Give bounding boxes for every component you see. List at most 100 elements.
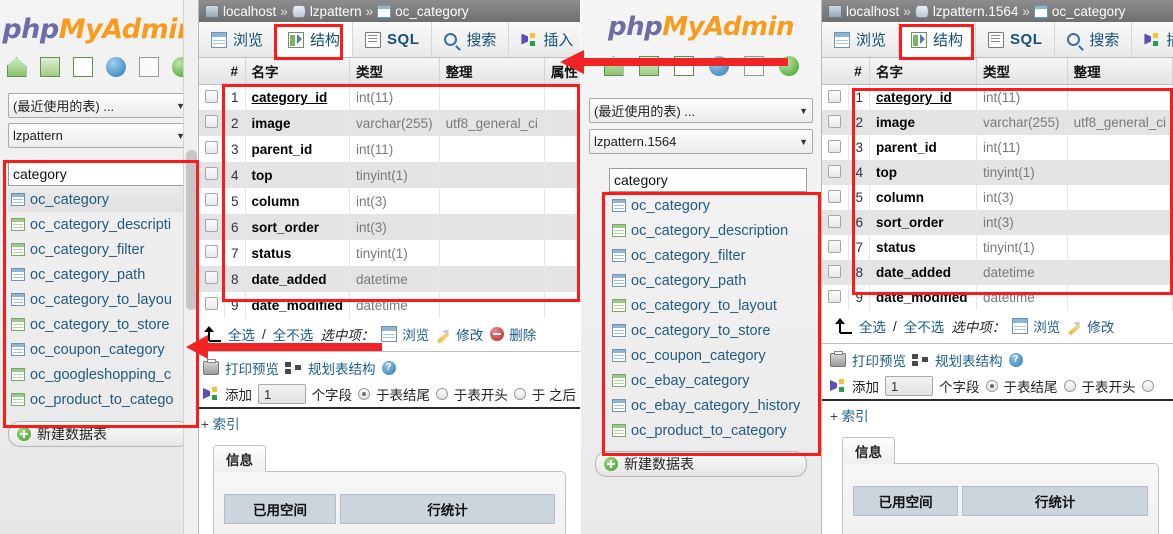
help-icon[interactable]: ? xyxy=(381,361,396,375)
add-count-input[interactable]: 1 xyxy=(885,376,933,396)
export-icon[interactable] xyxy=(72,57,93,77)
th-name[interactable]: 名字 xyxy=(869,58,978,85)
check-all-link[interactable]: 全选 xyxy=(228,324,255,344)
right-index-toggle[interactable]: + 索引 xyxy=(822,401,1173,429)
row-checkbox[interactable] xyxy=(199,214,225,240)
list-item[interactable]: oc_product_to_catego xyxy=(8,387,190,412)
list-item[interactable]: oc_category_to_layout xyxy=(609,293,807,318)
check-all-link[interactable]: 全选 xyxy=(859,316,886,336)
add-label[interactable]: 添加 xyxy=(852,376,879,396)
row-checkbox[interactable] xyxy=(199,292,225,318)
table-row[interactable]: 3 parent_id int(11) xyxy=(822,135,1173,160)
home-icon[interactable] xyxy=(6,57,27,77)
radio-after[interactable] xyxy=(513,388,526,400)
uncheck-all-link[interactable]: 全不选 xyxy=(273,324,314,344)
row-checkbox[interactable] xyxy=(199,110,225,136)
new-table-button[interactable]: 新建数据表 xyxy=(8,421,190,447)
recent-tables-select[interactable]: (最近使用的表) ... ▼ xyxy=(8,93,190,118)
table-filter-input[interactable]: category xyxy=(609,168,807,192)
tab-sql[interactable]: SQL xyxy=(976,22,1056,57)
breadcrumb-table[interactable]: oc_category xyxy=(395,4,469,19)
table-row[interactable]: 6sort_orderint(3)否 xyxy=(199,214,580,240)
th-collation[interactable]: 整理 xyxy=(439,58,545,85)
row-checkbox[interactable] xyxy=(199,240,225,266)
row-checkbox[interactable] xyxy=(199,162,225,188)
row-checkbox[interactable] xyxy=(199,188,225,214)
logout-icon[interactable] xyxy=(39,57,60,77)
tab-search[interactable]: 搜索 xyxy=(432,22,510,57)
table-row[interactable]: 8date_addeddatetime否 xyxy=(199,266,580,292)
reload-icon[interactable] xyxy=(778,56,799,76)
radio-at-end[interactable] xyxy=(985,380,998,392)
print-preview-link[interactable]: 打印预览 xyxy=(225,358,279,378)
table-row[interactable]: 8 date_added datetime xyxy=(822,260,1173,285)
home-icon[interactable] xyxy=(603,56,624,76)
table-row[interactable]: 5columnint(3)否 xyxy=(199,188,580,214)
th-index[interactable]: # xyxy=(848,58,871,85)
pma-logo[interactable]: phpMyAdmin xyxy=(0,0,198,45)
docs-icon[interactable] xyxy=(138,57,159,77)
relation-view-link[interactable]: 规划表结构 xyxy=(935,350,1003,370)
list-item[interactable]: oc_product_to_category xyxy=(609,418,807,443)
tab-info[interactable]: 信息 xyxy=(213,445,266,472)
tab-structure[interactable]: 结构 xyxy=(899,22,977,57)
list-item[interactable]: oc_googleshopping_c xyxy=(8,362,190,387)
row-checkbox[interactable] xyxy=(822,84,849,110)
tab-structure[interactable]: 结构 xyxy=(276,22,354,57)
bulk-change-button[interactable]: 修改 xyxy=(436,324,483,344)
tab-info[interactable]: 信息 xyxy=(842,437,895,464)
add-count-input[interactable]: 1 xyxy=(258,384,306,404)
th-name[interactable]: 名字 xyxy=(245,58,351,85)
list-item[interactable]: oc_category_to_layou xyxy=(8,287,190,312)
list-item[interactable]: oc_coupon_category xyxy=(609,343,807,368)
th-collation[interactable]: 整理 xyxy=(1067,58,1173,85)
table-row[interactable]: 5 column int(3) xyxy=(822,185,1173,210)
list-item[interactable]: oc_coupon_category xyxy=(8,337,190,362)
table-row[interactable]: 2imagevarchar(255)utf8_general_ci是 xyxy=(199,110,580,136)
pma-logo[interactable]: phpMyAdmin xyxy=(581,0,821,42)
help-icon[interactable] xyxy=(105,57,126,77)
bulk-browse-button[interactable]: 浏览 xyxy=(1012,316,1060,336)
table-row[interactable]: 1 category_id int(11) xyxy=(199,84,580,110)
breadcrumb-table[interactable]: oc_category xyxy=(1052,4,1126,19)
left-nav-scrollbar[interactable] xyxy=(183,0,198,534)
row-checkbox[interactable] xyxy=(822,160,849,185)
recent-tables-select[interactable]: (最近使用的表) ... ▼ xyxy=(589,98,813,123)
row-checkbox[interactable] xyxy=(822,210,849,235)
radio-at-beginning[interactable] xyxy=(1063,380,1076,392)
list-item[interactable]: oc_category_filter xyxy=(8,237,190,262)
th-attributes[interactable]: 属性 xyxy=(544,58,580,85)
row-checkbox[interactable] xyxy=(199,84,225,110)
radio-at-beginning[interactable] xyxy=(435,388,448,400)
tab-browse[interactable]: 浏览 xyxy=(822,22,900,57)
left-index-toggle[interactable]: + 索引 xyxy=(199,409,580,437)
radio-at-end[interactable] xyxy=(358,388,370,400)
row-checkbox[interactable] xyxy=(822,110,849,135)
table-row[interactable]: 3parent_idint(11)否 xyxy=(199,136,580,162)
uncheck-all-link[interactable]: 全不选 xyxy=(904,316,945,336)
table-row[interactable]: 1 category_id int(11) xyxy=(822,84,1173,110)
row-checkbox[interactable] xyxy=(822,260,849,285)
list-item[interactable]: oc_category_to_store xyxy=(609,318,807,343)
relation-view-link[interactable]: 规划表结构 xyxy=(308,358,376,378)
list-item[interactable]: oc_category_path xyxy=(8,262,190,287)
table-row[interactable]: 9date_modifieddatetime否 xyxy=(199,292,580,318)
add-label[interactable]: 添加 xyxy=(225,384,252,404)
row-checkbox[interactable] xyxy=(822,235,849,260)
list-item[interactable]: oc_category_path xyxy=(609,268,807,293)
table-row[interactable]: 2 image varchar(255) utf8_general_ci xyxy=(822,110,1173,135)
new-table-button[interactable]: 新建数据表 xyxy=(595,451,807,477)
table-row[interactable]: 7 status tinyint(1) xyxy=(822,235,1173,260)
print-preview-link[interactable]: 打印预览 xyxy=(852,350,906,370)
list-item[interactable]: oc_ebay_category_history xyxy=(609,393,807,418)
radio-after[interactable] xyxy=(1141,380,1154,392)
help-icon[interactable]: ? xyxy=(1008,353,1023,367)
breadcrumb-database[interactable]: lzpattern xyxy=(310,4,362,19)
th-type[interactable]: 类型 xyxy=(349,58,440,85)
bulk-delete-button[interactable]: 删除 xyxy=(490,324,536,344)
export-icon[interactable] xyxy=(673,56,694,76)
breadcrumb-database[interactable]: lzpattern.1564 xyxy=(933,4,1019,19)
table-row[interactable]: 9 date_modified datetime xyxy=(822,285,1173,310)
row-checkbox[interactable] xyxy=(822,185,849,210)
database-select[interactable]: lzpattern ▼ xyxy=(8,123,190,148)
